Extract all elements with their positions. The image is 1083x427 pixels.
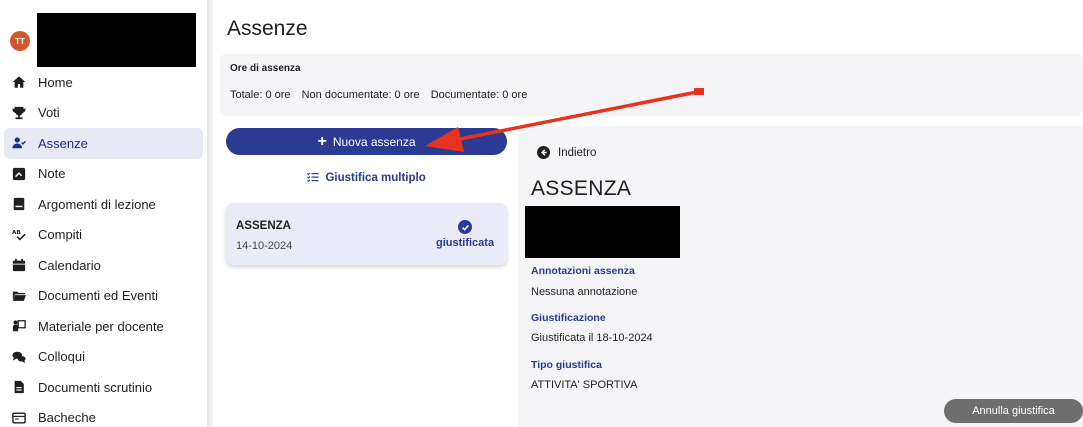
sidebar-item-label: Assenze: [38, 135, 88, 151]
comments-icon: [12, 350, 26, 364]
book-icon: [12, 197, 26, 211]
page-title: Assenze: [227, 17, 308, 40]
sidebar-item-assenze[interactable]: Assenze: [4, 128, 203, 159]
absence-card-status: giustificata: [436, 237, 495, 249]
annotations-value: Nessuna annotazione: [531, 286, 638, 298]
list-check-icon: [307, 172, 319, 182]
home-icon: [12, 75, 26, 89]
sidebar-item-label: Bacheche: [38, 410, 96, 426]
back-link[interactable]: Indietro: [537, 146, 596, 159]
sidebar-item-home[interactable]: Home: [0, 67, 207, 98]
sidebar-item-label: Compiti: [38, 227, 83, 243]
detail-title: ASSENZA: [531, 177, 632, 200]
sidebar-item-label: Documenti ed Eventi: [38, 288, 158, 304]
summary-line: Totale: 0 ore Non documentate: 0 ore Doc…: [230, 89, 535, 101]
sidebar-item-label: Argomenti di lezione: [38, 196, 156, 212]
absence-hours-summary: Ore di assenza Totale: 0 ore Non documen…: [220, 54, 1083, 116]
redacted-user-name: [37, 13, 196, 67]
chalkboard-icon: [12, 319, 26, 333]
cancel-justification-button[interactable]: Annulla giustifica: [944, 399, 1083, 423]
justification-label: Giustificazione: [531, 312, 606, 324]
absence-card[interactable]: ASSENZA 14-10-2024 giustificata: [226, 203, 507, 265]
justification-value: Giustificata il 18-10-2024: [531, 332, 653, 344]
svg-text:AB: AB: [12, 230, 21, 236]
absence-card-date: 14-10-2024: [236, 240, 293, 252]
trophy-icon: [12, 106, 26, 120]
sidebar-item-argomenti[interactable]: Argomenti di lezione: [0, 189, 207, 220]
arrow-left-circle-icon: [537, 146, 550, 159]
sidebar-item-documenti-scrutinio[interactable]: Documenti scrutinio: [0, 372, 207, 403]
sidebar-nav: Home Voti Assenze Note Argomenti di lezi…: [0, 67, 207, 427]
avatar[interactable]: TT: [10, 31, 30, 51]
sidebar-item-label: Colloqui: [38, 349, 85, 365]
justify-multiple-label: Giustifica multiplo: [325, 172, 426, 184]
summary-non-documentate: Non documentate: 0 ore: [301, 89, 420, 101]
new-absence-label: Nuova assenza: [332, 134, 416, 149]
sidebar-item-voti[interactable]: Voti: [0, 98, 207, 129]
sidebar-item-label: Note: [38, 166, 66, 182]
sidebar: TT Home Voti Assenze Note Argomenti di l…: [0, 0, 207, 427]
sidebar-item-note[interactable]: Note: [0, 159, 207, 190]
sidebar-item-bacheche[interactable]: Bacheche: [0, 403, 207, 427]
justification-type-value: ATTIVITA' SPORTIVA: [531, 379, 638, 391]
annotations-label: Annotazioni assenza: [531, 265, 635, 277]
note-icon: [12, 167, 26, 181]
check-circle-icon: [458, 220, 472, 234]
sidebar-item-materiale[interactable]: Materiale per docente: [0, 311, 207, 342]
spellcheck-icon: AB: [12, 228, 26, 242]
summary-heading: Ore di assenza: [230, 63, 301, 74]
redacted-student-info: [525, 206, 680, 258]
calendar-icon: [12, 258, 26, 272]
sidebar-item-label: Calendario: [38, 257, 101, 273]
absence-card-title: ASSENZA: [236, 220, 291, 232]
sidebar-item-documenti-eventi[interactable]: Documenti ed Eventi: [0, 281, 207, 312]
sidebar-item-label: Voti: [38, 105, 60, 121]
sidebar-item-label: Materiale per docente: [38, 318, 164, 334]
plus-icon: +: [317, 132, 327, 150]
justify-multiple-link[interactable]: Giustifica multiplo: [226, 172, 507, 184]
back-label: Indietro: [558, 146, 597, 159]
justification-type-label: Tipo giustifica: [531, 359, 602, 371]
user-check-icon: [12, 136, 26, 150]
summary-documentate: Documentate: 0 ore: [430, 89, 528, 101]
sidebar-item-calendario[interactable]: Calendario: [0, 250, 207, 281]
file-icon: [12, 380, 26, 394]
board-icon: [12, 411, 26, 425]
sidebar-item-colloqui[interactable]: Colloqui: [0, 342, 207, 373]
sidebar-item-label: Documenti scrutinio: [38, 379, 153, 395]
summary-totale: Totale: 0 ore: [230, 89, 291, 101]
sidebar-divider: [207, 0, 213, 427]
sidebar-item-compiti[interactable]: AB Compiti: [0, 220, 207, 251]
sidebar-item-label: Home: [38, 74, 73, 90]
folder-icon: [12, 289, 26, 303]
new-absence-button[interactable]: + Nuova assenza: [226, 128, 507, 155]
